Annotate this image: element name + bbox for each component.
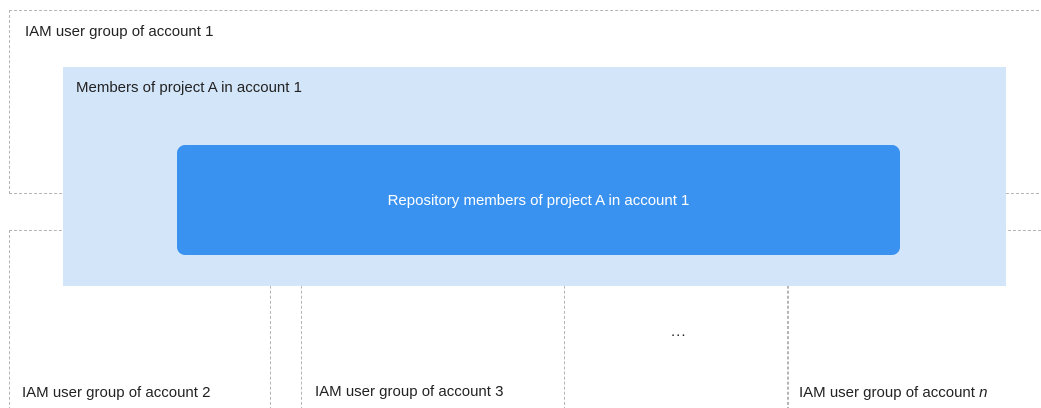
group-account-n-variable: n: [979, 384, 988, 401]
group-account-1-label: IAM user group of account 1: [25, 23, 214, 40]
repository-members-box: Repository members of project A in accou…: [177, 145, 900, 255]
group-account-3-label: IAM user group of account 3: [315, 383, 504, 400]
group-account-n-prefix: IAM user group of account: [799, 384, 980, 401]
project-members-label: Members of project A in account 1: [76, 79, 302, 96]
group-account-n-label: IAM user group of account n: [799, 384, 987, 401]
diagram-canvas: IAM user group of account 1 Members of p…: [0, 0, 1041, 408]
repository-members-label: Repository members of project A in accou…: [387, 191, 690, 209]
ellipsis-label: ...: [671, 323, 687, 340]
group-account-2-label: IAM user group of account 2: [22, 384, 211, 401]
